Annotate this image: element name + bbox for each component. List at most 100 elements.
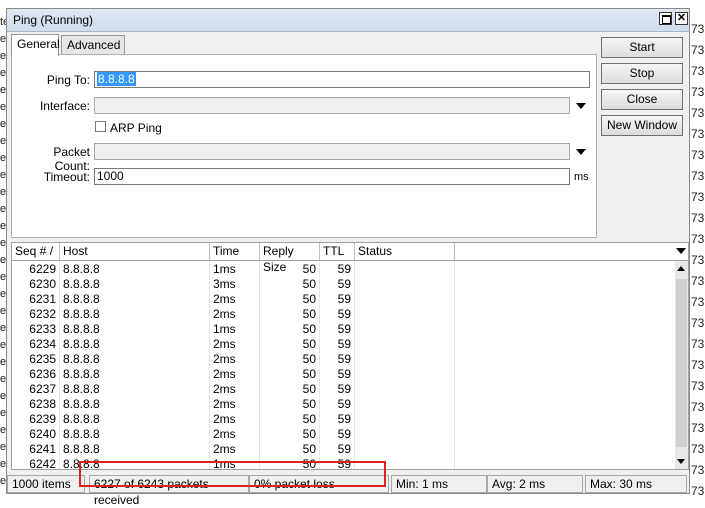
background-text: 73 <box>691 484 705 498</box>
title-bar[interactable]: Ping (Running) ✕ <box>7 9 689 32</box>
cell-seq: 6230 <box>12 277 60 292</box>
column-time[interactable]: Time <box>210 243 260 260</box>
stop-button[interactable]: Stop <box>601 63 683 84</box>
timeout-unit: ms <box>574 171 589 183</box>
cell-ttl: 59 <box>320 427 355 442</box>
cell-status <box>355 292 455 307</box>
column-seq[interactable]: Seq # / <box>12 243 60 260</box>
background-text: 73 <box>691 337 705 351</box>
table-row[interactable]: 6240 8.8.8.8 2ms 50 59 <box>12 427 672 442</box>
new-window-button[interactable]: New Window <box>601 115 683 136</box>
cell-host: 8.8.8.8 <box>60 337 210 352</box>
cell-seq: 6233 <box>12 322 60 337</box>
table-row[interactable]: 6229 8.8.8.8 1ms 50 59 <box>12 262 672 277</box>
table-row[interactable]: 6233 8.8.8.8 1ms 50 59 <box>12 322 672 337</box>
cell-ttl: 59 <box>320 337 355 352</box>
cell-host: 8.8.8.8 <box>60 307 210 322</box>
cell-status <box>355 307 455 322</box>
column-ttl[interactable]: TTL <box>320 243 355 260</box>
general-form: Ping To: 8.8.8.8 Interface: ARP Ping Pac… <box>11 54 597 238</box>
background-text: 73 <box>691 43 705 57</box>
close-icon[interactable]: ✕ <box>675 12 688 25</box>
ping-to-input[interactable]: 8.8.8.8 <box>94 71 590 88</box>
status-avg: Avg: 2 ms <box>487 475 583 493</box>
cell-seq: 6231 <box>12 292 60 307</box>
cell-status <box>355 337 455 352</box>
table-row[interactable]: 6241 8.8.8.8 2ms 50 59 <box>12 442 672 457</box>
cell-time: 2ms <box>210 292 260 307</box>
tab-advanced[interactable]: Advanced <box>61 35 125 55</box>
table-row[interactable]: 6231 8.8.8.8 2ms 50 59 <box>12 292 672 307</box>
packet-count-dropdown-icon[interactable] <box>576 149 586 155</box>
columns-dropdown-icon[interactable] <box>676 248 686 254</box>
cell-reply-size: 50 <box>260 427 320 442</box>
background-text: 73 <box>691 127 705 141</box>
table-row[interactable]: 6235 8.8.8.8 2ms 50 59 <box>12 352 672 367</box>
arp-ping-checkbox[interactable] <box>95 121 106 132</box>
tab-general[interactable]: General <box>11 34 60 56</box>
cell-status <box>355 352 455 367</box>
start-button[interactable]: Start <box>601 37 683 58</box>
ping-to-value: 8.8.8.8 <box>97 72 136 86</box>
table-row[interactable]: 6232 8.8.8.8 2ms 50 59 <box>12 307 672 322</box>
cell-seq: 6229 <box>12 262 60 277</box>
cell-status <box>355 382 455 397</box>
scroll-down-icon[interactable] <box>677 459 685 464</box>
packet-count-select[interactable] <box>94 143 570 160</box>
cell-host: 8.8.8.8 <box>60 262 210 277</box>
scroll-thumb[interactable] <box>676 279 687 447</box>
timeout-input[interactable]: 1000 <box>94 168 570 185</box>
background-text: 73 <box>691 463 705 477</box>
table-row[interactable]: 6230 8.8.8.8 3ms 50 59 <box>12 277 672 292</box>
ping-results-table: Seq # / Host Time Reply Size TTL Status … <box>11 242 689 470</box>
interface-dropdown-icon[interactable] <box>576 103 586 109</box>
cell-status <box>355 412 455 427</box>
cell-host: 8.8.8.8 <box>60 427 210 442</box>
cell-reply-size: 50 <box>260 442 320 457</box>
cell-seq: 6236 <box>12 367 60 382</box>
cell-ttl: 59 <box>320 352 355 367</box>
scroll-up-icon[interactable] <box>677 266 685 271</box>
cell-seq: 6232 <box>12 307 60 322</box>
packet-count-label: Packet Count: <box>53 145 90 173</box>
background-text: 73 <box>691 22 705 36</box>
cell-time: 1ms <box>210 262 260 277</box>
close-button[interactable]: Close <box>601 89 683 110</box>
cell-time: 2ms <box>210 352 260 367</box>
background-text: 73 <box>691 442 705 456</box>
background-text: 73 <box>691 85 705 99</box>
cell-seq: 6237 <box>12 382 60 397</box>
table-row[interactable]: 6234 8.8.8.8 2ms 50 59 <box>12 337 672 352</box>
cell-host: 8.8.8.8 <box>60 277 210 292</box>
table-row[interactable]: 6237 8.8.8.8 2ms 50 59 <box>12 382 672 397</box>
column-status[interactable]: Status <box>355 243 455 260</box>
column-reply-size[interactable]: Reply Size <box>260 243 320 274</box>
table-row[interactable]: 6239 8.8.8.8 2ms 50 59 <box>12 412 672 427</box>
vertical-scrollbar[interactable] <box>675 261 688 469</box>
cell-host: 8.8.8.8 <box>60 412 210 427</box>
background-text: 73 <box>691 400 705 414</box>
interface-select[interactable] <box>94 97 570 114</box>
status-items: 1000 items <box>7 475 85 493</box>
maximize-icon[interactable] <box>659 12 672 25</box>
background-right-edge: 73 73 73 73 73 73 73 73 73 73 73 73 73 73 73 73 73 73 73 73… <box>690 8 705 502</box>
cell-ttl: 59 <box>320 322 355 337</box>
cell-time: 2ms <box>210 382 260 397</box>
cell-ttl: 59 <box>320 412 355 427</box>
cell-reply-size: 50 <box>260 352 320 367</box>
table-row[interactable]: 6238 8.8.8.8 2ms 50 59 <box>12 397 672 412</box>
cell-time: 2ms <box>210 427 260 442</box>
cell-host: 8.8.8.8 <box>60 292 210 307</box>
cell-status <box>355 442 455 457</box>
cell-time: 2ms <box>210 442 260 457</box>
cell-host: 8.8.8.8 <box>60 397 210 412</box>
cell-ttl: 59 <box>320 277 355 292</box>
table-row[interactable]: 6236 8.8.8.8 2ms 50 59 <box>12 367 672 382</box>
cell-status <box>355 277 455 292</box>
cell-time: 2ms <box>210 397 260 412</box>
cell-ttl: 59 <box>320 442 355 457</box>
cell-host: 8.8.8.8 <box>60 382 210 397</box>
cell-ttl: 59 <box>320 382 355 397</box>
cell-reply-size: 50 <box>260 412 320 427</box>
column-host[interactable]: Host <box>60 243 210 260</box>
